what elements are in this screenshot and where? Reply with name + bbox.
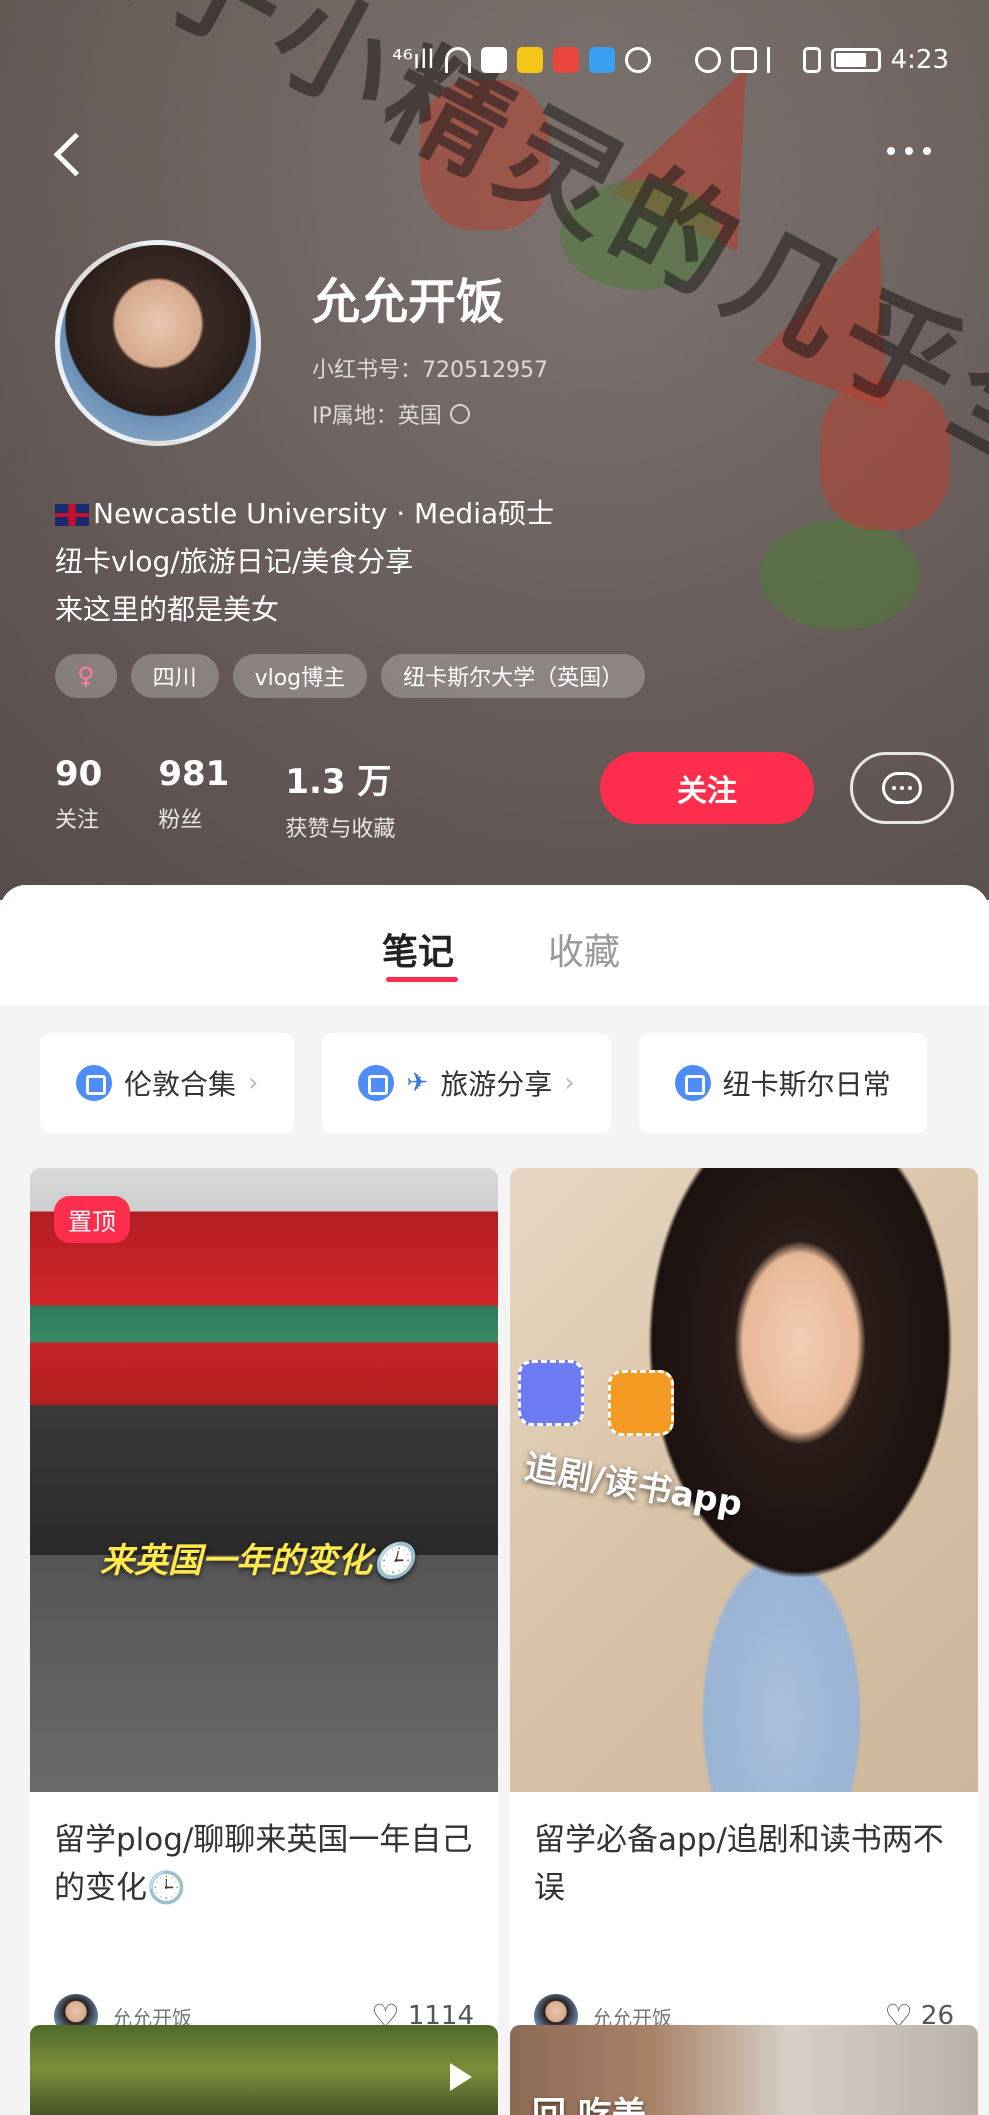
stat-likes-collects[interactable]: 1.3 万 获赞与收藏 [285, 754, 395, 843]
bio-line: Newcastle University · Media硕士 [55, 490, 554, 538]
cover-caption: 追剧/读书app [521, 1447, 746, 1525]
status-bar: ⁴⁶ıll 4:23 [392, 38, 949, 82]
note-card[interactable]: 追剧/读书app [510, 1168, 978, 1792]
collection-icon [76, 1065, 112, 1101]
note-card-body[interactable]: 留学必备app/追剧和读书两不误 允允开饭 ♡ 26 [510, 1792, 978, 2062]
signal-icon: ⁴⁶ıll [392, 45, 435, 75]
message-button[interactable] [850, 752, 954, 824]
active-tab-indicator [386, 977, 458, 982]
tag-creator-type: vlog博主 [232, 654, 368, 698]
tag-school[interactable]: 纽卡斯尔大学（英国） [381, 654, 646, 698]
note-card-body[interactable]: 留学plog/聊聊来英国一年自己的变化🕒 允允开饭 ♡ 1114 [30, 1792, 498, 2062]
back-arrow-icon[interactable] [50, 125, 90, 185]
stat-followers-count: 981 [158, 754, 230, 794]
profile-bio: Newcastle University · Media硕士 纽卡vlog/旅游… [55, 490, 554, 634]
cover-caption: 回 吃美 [532, 2095, 646, 2115]
app-logo-icon [518, 1360, 584, 1426]
book-app-icon [608, 1370, 674, 1436]
notification-app-icon [552, 47, 579, 73]
stat-followers[interactable]: 981 粉丝 [158, 754, 229, 843]
stat-following-count: 90 [55, 754, 103, 794]
pinned-badge: 置顶 [54, 1196, 130, 1243]
collection-label: 伦敦合集 [124, 1068, 237, 1101]
profile-stats: 90 关注 981 粉丝 1.3 万 获赞与收藏 [55, 754, 395, 843]
note-title: 留学必备app/追剧和读书两不误 [534, 1822, 944, 1906]
tab-notes[interactable]: 笔记 [382, 923, 454, 975]
profile-redbook-id: 小红书号：720512957 [312, 358, 548, 383]
battery-icon [830, 48, 881, 72]
collection-list: 伦敦合集 › ✈ 旅游分享 › 纽卡斯尔日常 [40, 1033, 927, 1133]
tab-bar: 笔记 收藏 [0, 885, 989, 1005]
collection-newcastle[interactable]: 纽卡斯尔日常 [638, 1033, 927, 1133]
info-icon[interactable] [449, 404, 470, 424]
bio-line: 纽卡vlog/旅游日记/美食分享 [55, 545, 414, 578]
note-cover-image: 置顶 来英国一年的变化🕒 [30, 1168, 498, 1792]
tag-location: 四川 [130, 654, 219, 698]
avatar[interactable] [55, 240, 261, 446]
notification-app-icon [588, 47, 615, 73]
collection-icon [674, 1065, 711, 1101]
collection-travel[interactable]: ✈ 旅游分享 › [322, 1033, 611, 1133]
bio-line: 来这里的都是美女 [55, 593, 280, 626]
cover-caption: 来英国一年的变化🕒 [100, 1541, 415, 1581]
profile-content: 笔记 收藏 伦敦合集 › ✈ 旅游分享 › 纽卡斯尔日常 置顶 来英国一年的变化… [0, 885, 989, 2115]
bluetooth-icon [766, 47, 793, 73]
note-cover-image [30, 2025, 498, 2115]
stat-likes-collects-label: 获赞与收藏 [285, 817, 396, 842]
bio-line-text: Newcastle University · Media硕士 [93, 497, 555, 530]
tab-collections[interactable]: 收藏 [548, 923, 620, 975]
more-options-icon[interactable] [879, 136, 939, 166]
alert-icon [624, 47, 651, 73]
note-card[interactable]: 回 吃美 [510, 2025, 978, 2115]
chat-bubble-icon [882, 772, 922, 804]
profile-header: 关于小精灵的几乎全部事 ⁴⁶ıll 4:23 允允开饭 小红书号：7205129… [0, 0, 989, 900]
stat-likes-collects-count: 1.3 万 [285, 762, 392, 802]
collection-label: 纽卡斯尔日常 [722, 1068, 891, 1101]
eye-icon [694, 47, 721, 73]
vibrate-icon [802, 47, 821, 73]
status-time: 4:23 [890, 45, 949, 75]
note-cover-image: 追剧/读书app [510, 1168, 978, 1792]
chevron-right-icon: › [248, 1068, 259, 1098]
chevron-right-icon: › [564, 1068, 575, 1098]
note-cover-image: 回 吃美 [510, 2025, 978, 2115]
follow-button[interactable]: 关注 [600, 752, 814, 824]
background-art-figure [760, 520, 920, 630]
collection-label: 旅游分享 [440, 1068, 553, 1101]
wifi-icon [444, 47, 471, 73]
collection-icon [358, 1065, 395, 1101]
stat-followers-label: 粉丝 [158, 808, 203, 833]
profile-tags: ♀ 四川 vlog博主 纽卡斯尔大学（英国） [55, 654, 646, 698]
uk-flag-icon [55, 504, 89, 526]
ip-location-text: IP属地：英国 [312, 404, 442, 429]
stat-following[interactable]: 90 关注 [55, 754, 102, 843]
profile-ip-location: IP属地：英国 [312, 398, 470, 430]
profile-nickname: 允允开饭 [312, 274, 505, 330]
stat-following-label: 关注 [55, 808, 100, 833]
note-title: 留学plog/聊聊来英国一年自己的变化🕒 [54, 1822, 473, 1906]
airplane-icon: ✈ [406, 1068, 429, 1098]
collection-london[interactable]: 伦敦合集 › [40, 1033, 295, 1133]
nfc-icon [730, 47, 757, 73]
tag-gender: ♀ [55, 654, 117, 698]
note-card[interactable] [30, 2025, 498, 2115]
heart-app-icon [480, 47, 507, 73]
notification-app-icon [516, 47, 543, 73]
video-play-icon [450, 2063, 472, 2091]
